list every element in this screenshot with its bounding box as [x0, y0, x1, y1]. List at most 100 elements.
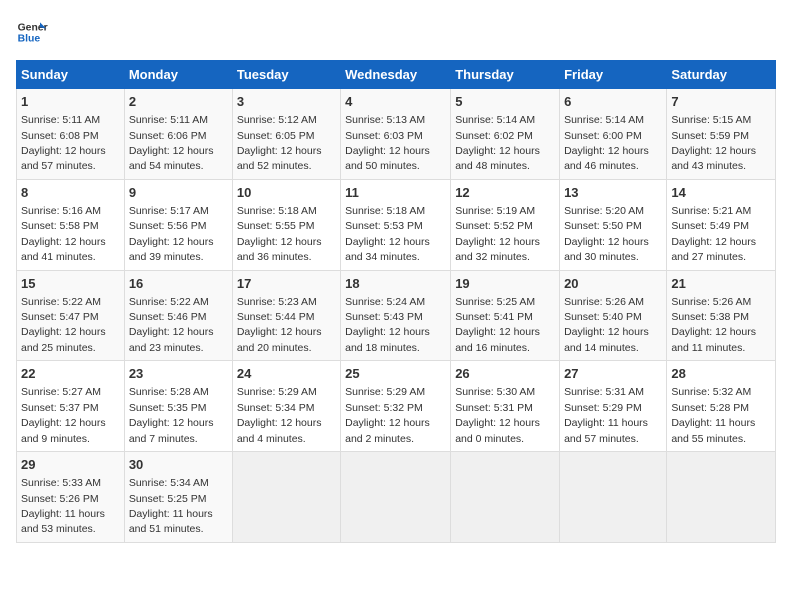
- calendar-cell: 4Sunrise: 5:13 AMSunset: 6:03 PMDaylight…: [341, 89, 451, 180]
- calendar-week-2: 8 Sunrise: 5:16 AMSunset: 5:58 PMDaylight…: [17, 179, 776, 270]
- day-number: 11: [345, 184, 446, 202]
- calendar-cell: 18Sunrise: 5:24 AMSunset: 5:43 PMDayligh…: [341, 270, 451, 361]
- day-info: Sunrise: 5:29 AMSunset: 5:32 PMDaylight:…: [345, 386, 430, 444]
- calendar-cell: 21 Sunrise: 5:26 AMSunset: 5:38 PMDayligh…: [667, 270, 776, 361]
- day-info: Sunrise: 5:20 AMSunset: 5:50 PMDaylight:…: [564, 205, 649, 263]
- calendar-cell: 24 Sunrise: 5:29 AMSunset: 5:34 PMDayligh…: [232, 361, 340, 452]
- day-number: 30: [129, 456, 228, 474]
- day-number: 7: [671, 93, 771, 111]
- col-header-sunday: Sunday: [17, 61, 125, 89]
- day-number: 13: [564, 184, 662, 202]
- day-number: 23: [129, 365, 228, 383]
- day-info: Sunrise: 5:26 AMSunset: 5:40 PMDaylight:…: [564, 296, 649, 354]
- day-number: 25: [345, 365, 446, 383]
- day-info: Sunrise: 5:11 AMSunset: 6:06 PMDaylight:…: [129, 114, 214, 172]
- calendar-cell: 25 Sunrise: 5:29 AMSunset: 5:32 PMDayligh…: [341, 361, 451, 452]
- svg-text:Blue: Blue: [18, 34, 41, 45]
- calendar-cell: 11 Sunrise: 5:18 AMSunset: 5:53 PMDayligh…: [341, 179, 451, 270]
- day-number: 16: [129, 275, 228, 293]
- calendar-cell: 26Sunrise: 5:30 AMSunset: 5:31 PMDayligh…: [451, 361, 560, 452]
- calendar-cell: 23 Sunrise: 5:28 AMSunset: 5:35 PMDayligh…: [124, 361, 232, 452]
- day-info: Sunrise: 5:33 AMSunset: 5:26 PMDaylight:…: [21, 477, 105, 535]
- day-info: Sunrise: 5:23 AMSunset: 5:44 PMDaylight:…: [237, 296, 322, 354]
- calendar-cell: 1 Sunrise: 5:11 AMSunset: 6:08 PMDaylight…: [17, 89, 125, 180]
- day-number: 21: [671, 275, 771, 293]
- day-number: 10: [237, 184, 336, 202]
- day-info: Sunrise: 5:21 AMSunset: 5:49 PMDaylight:…: [671, 205, 756, 263]
- day-number: 28: [671, 365, 771, 383]
- day-number: 4: [345, 93, 446, 111]
- logo: General Blue: [16, 16, 48, 48]
- calendar-table: SundayMondayTuesdayWednesdayThursdayFrid…: [16, 60, 776, 543]
- day-number: 20: [564, 275, 662, 293]
- calendar-cell: 13 Sunrise: 5:20 AMSunset: 5:50 PMDayligh…: [560, 179, 667, 270]
- day-info: Sunrise: 5:15 AMSunset: 5:59 PMDaylight:…: [671, 114, 756, 172]
- calendar-cell: 7 Sunrise: 5:15 AMSunset: 5:59 PMDaylight…: [667, 89, 776, 180]
- calendar-week-3: 15 Sunrise: 5:22 AMSunset: 5:47 PMDayligh…: [17, 270, 776, 361]
- logo-icon: General Blue: [16, 16, 48, 48]
- day-info: Sunrise: 5:22 AMSunset: 5:46 PMDaylight:…: [129, 296, 214, 354]
- day-number: 29: [21, 456, 120, 474]
- calendar-cell: 3Sunrise: 5:12 AMSunset: 6:05 PMDaylight…: [232, 89, 340, 180]
- calendar-cell: [232, 452, 340, 543]
- calendar-cell: 14 Sunrise: 5:21 AMSunset: 5:49 PMDayligh…: [667, 179, 776, 270]
- day-number: 24: [237, 365, 336, 383]
- calendar-header-row: SundayMondayTuesdayWednesdayThursdayFrid…: [17, 61, 776, 89]
- day-number: 8: [21, 184, 120, 202]
- calendar-cell: 27 Sunrise: 5:31 AMSunset: 5:29 PMDayligh…: [560, 361, 667, 452]
- day-number: 1: [21, 93, 120, 111]
- calendar-cell: 28 Sunrise: 5:32 AMSunset: 5:28 PMDayligh…: [667, 361, 776, 452]
- day-number: 22: [21, 365, 120, 383]
- day-info: Sunrise: 5:12 AMSunset: 6:05 PMDaylight:…: [237, 114, 322, 172]
- calendar-cell: 10Sunrise: 5:18 AMSunset: 5:55 PMDayligh…: [232, 179, 340, 270]
- day-info: Sunrise: 5:29 AMSunset: 5:34 PMDaylight:…: [237, 386, 322, 444]
- col-header-thursday: Thursday: [451, 61, 560, 89]
- page-header: General Blue: [16, 16, 776, 48]
- calendar-cell: 6 Sunrise: 5:14 AMSunset: 6:00 PMDaylight…: [560, 89, 667, 180]
- calendar-cell: 20 Sunrise: 5:26 AMSunset: 5:40 PMDayligh…: [560, 270, 667, 361]
- calendar-week-5: 29 Sunrise: 5:33 AMSunset: 5:26 PMDayligh…: [17, 452, 776, 543]
- day-info: Sunrise: 5:16 AMSunset: 5:58 PMDaylight:…: [21, 205, 106, 263]
- day-info: Sunrise: 5:17 AMSunset: 5:56 PMDaylight:…: [129, 205, 214, 263]
- col-header-friday: Friday: [560, 61, 667, 89]
- calendar-week-1: 1 Sunrise: 5:11 AMSunset: 6:08 PMDaylight…: [17, 89, 776, 180]
- calendar-cell: 17 Sunrise: 5:23 AMSunset: 5:44 PMDayligh…: [232, 270, 340, 361]
- calendar-cell: [341, 452, 451, 543]
- day-info: Sunrise: 5:11 AMSunset: 6:08 PMDaylight:…: [21, 114, 106, 172]
- day-number: 27: [564, 365, 662, 383]
- calendar-week-4: 22Sunrise: 5:27 AMSunset: 5:37 PMDayligh…: [17, 361, 776, 452]
- calendar-cell: 5 Sunrise: 5:14 AMSunset: 6:02 PMDaylight…: [451, 89, 560, 180]
- calendar-cell: 15 Sunrise: 5:22 AMSunset: 5:47 PMDayligh…: [17, 270, 125, 361]
- day-info: Sunrise: 5:19 AMSunset: 5:52 PMDaylight:…: [455, 205, 540, 263]
- day-number: 15: [21, 275, 120, 293]
- calendar-cell: [560, 452, 667, 543]
- day-number: 2: [129, 93, 228, 111]
- col-header-saturday: Saturday: [667, 61, 776, 89]
- day-number: 17: [237, 275, 336, 293]
- calendar-cell: 2 Sunrise: 5:11 AMSunset: 6:06 PMDaylight…: [124, 89, 232, 180]
- day-info: Sunrise: 5:18 AMSunset: 5:53 PMDaylight:…: [345, 205, 430, 263]
- calendar-cell: [667, 452, 776, 543]
- day-number: 12: [455, 184, 555, 202]
- col-header-wednesday: Wednesday: [341, 61, 451, 89]
- day-number: 5: [455, 93, 555, 111]
- day-info: Sunrise: 5:14 AMSunset: 6:02 PMDaylight:…: [455, 114, 540, 172]
- calendar-cell: 12 Sunrise: 5:19 AMSunset: 5:52 PMDayligh…: [451, 179, 560, 270]
- day-number: 14: [671, 184, 771, 202]
- day-number: 18: [345, 275, 446, 293]
- col-header-monday: Monday: [124, 61, 232, 89]
- day-info: Sunrise: 5:26 AMSunset: 5:38 PMDaylight:…: [671, 296, 756, 354]
- calendar-cell: 8 Sunrise: 5:16 AMSunset: 5:58 PMDaylight…: [17, 179, 125, 270]
- day-number: 19: [455, 275, 555, 293]
- day-info: Sunrise: 5:28 AMSunset: 5:35 PMDaylight:…: [129, 386, 214, 444]
- calendar-cell: 30Sunrise: 5:34 AMSunset: 5:25 PMDayligh…: [124, 452, 232, 543]
- calendar-cell: 19Sunrise: 5:25 AMSunset: 5:41 PMDayligh…: [451, 270, 560, 361]
- day-number: 26: [455, 365, 555, 383]
- day-info: Sunrise: 5:31 AMSunset: 5:29 PMDaylight:…: [564, 386, 648, 444]
- day-info: Sunrise: 5:14 AMSunset: 6:00 PMDaylight:…: [564, 114, 649, 172]
- day-number: 6: [564, 93, 662, 111]
- day-number: 9: [129, 184, 228, 202]
- day-info: Sunrise: 5:32 AMSunset: 5:28 PMDaylight:…: [671, 386, 755, 444]
- calendar-cell: 9 Sunrise: 5:17 AMSunset: 5:56 PMDaylight…: [124, 179, 232, 270]
- day-info: Sunrise: 5:22 AMSunset: 5:47 PMDaylight:…: [21, 296, 106, 354]
